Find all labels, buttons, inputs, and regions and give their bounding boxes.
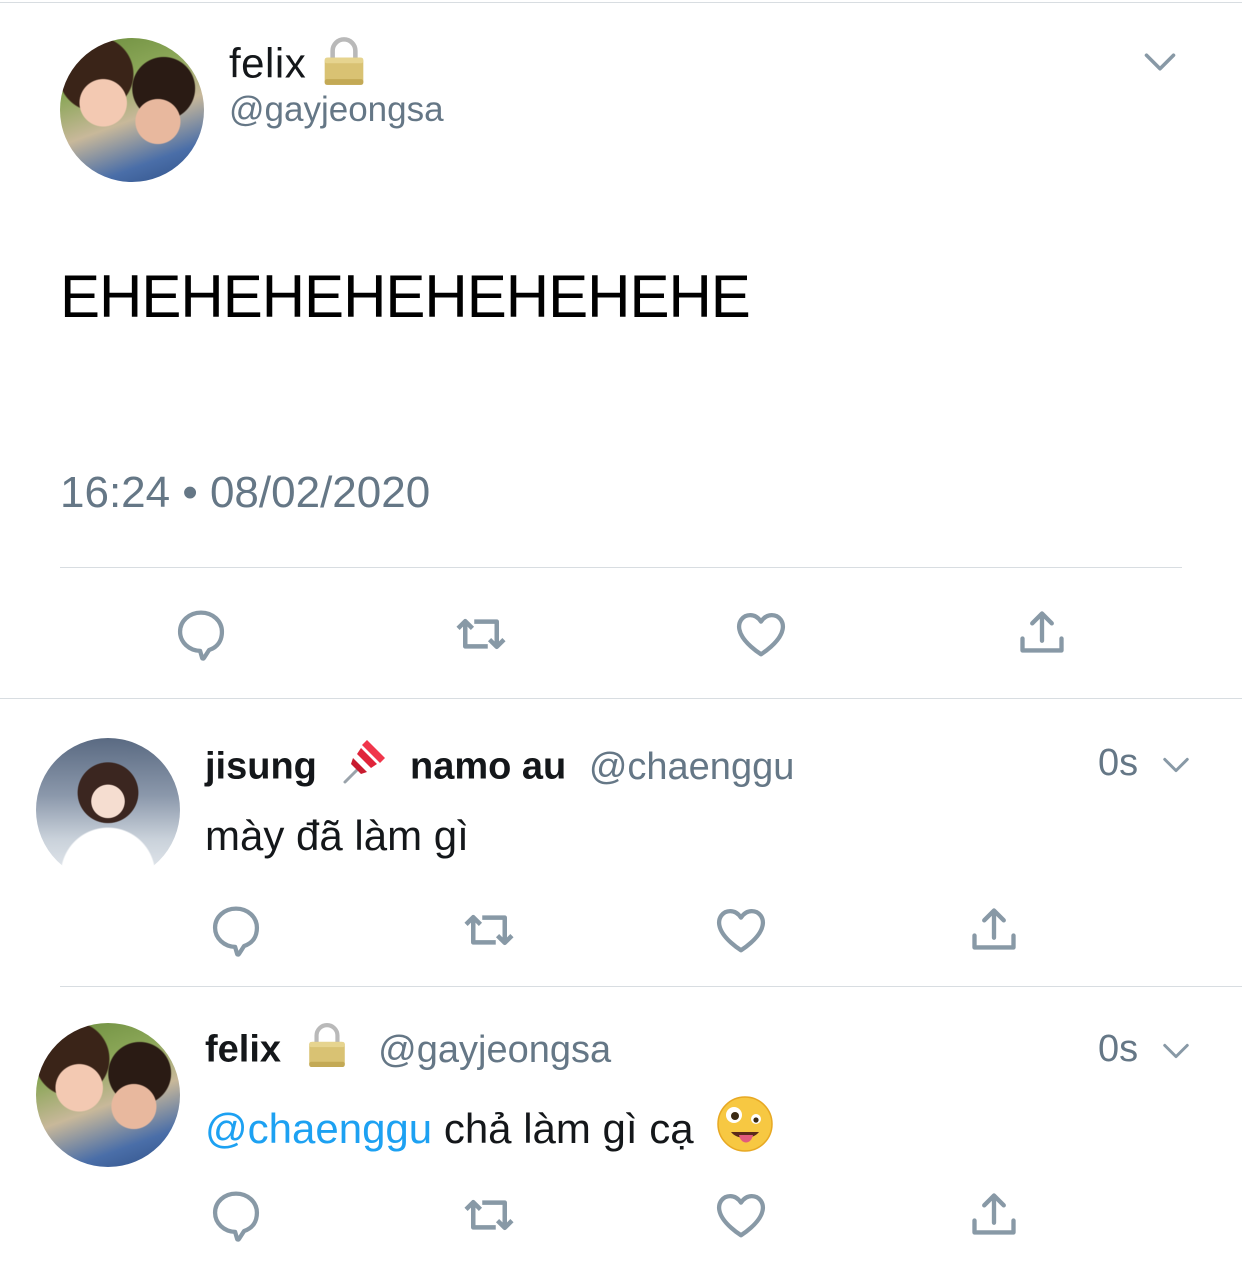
reply-text: mày đã làm gì (205, 812, 469, 859)
reply-time: 0s (1098, 1028, 1139, 1070)
tweet-divider (0, 698, 1242, 699)
reply-header: felix @gayjeongsa (205, 1022, 611, 1076)
author-handle[interactable]: @gayjeongsa (229, 90, 444, 130)
pushpin-icon (337, 736, 389, 798)
mention-link[interactable]: @chaenggu (205, 1105, 432, 1152)
author-name[interactable]: felix (229, 40, 306, 87)
author-name[interactable]: jisung (205, 746, 317, 788)
author-handle[interactable]: @gayjeongsa (378, 1029, 611, 1071)
lock-icon (321, 36, 367, 91)
tweet-timestamp: 16:24 • 08/02/2020 (60, 468, 431, 517)
chevron-down-icon[interactable] (1157, 1036, 1195, 1066)
like-icon[interactable] (714, 903, 768, 957)
like-icon[interactable] (734, 607, 788, 661)
actions-divider (60, 567, 1182, 568)
reply-text-row: @chaenggu chả làm gì cạ (205, 1094, 775, 1164)
retweet-icon[interactable] (460, 1188, 518, 1242)
chevron-down-icon[interactable] (1136, 44, 1184, 80)
author-name-suffix[interactable]: namo au (410, 746, 566, 788)
share-icon[interactable] (1016, 605, 1068, 659)
share-icon[interactable] (968, 1188, 1020, 1240)
reply-icon[interactable] (209, 1188, 263, 1242)
lock-icon (306, 1022, 348, 1078)
reply-icon[interactable] (209, 903, 263, 957)
zany-face-icon (715, 1094, 775, 1164)
tweet-text: EHEHEHEHEHEHEHEHE (60, 263, 751, 330)
chevron-down-icon[interactable] (1157, 750, 1195, 780)
retweet-icon[interactable] (452, 607, 510, 661)
author-handle[interactable]: @chaenggu (589, 746, 795, 788)
reply-text: chả làm gì cạ (432, 1105, 694, 1152)
reply-header: jisung namo au @chaenggu (205, 736, 794, 790)
reply-divider (60, 986, 1242, 987)
author-name-row: felix (229, 36, 367, 88)
avatar[interactable] (60, 38, 204, 182)
avatar[interactable] (36, 738, 180, 882)
author-name[interactable]: felix (205, 1029, 281, 1071)
reply-time: 0s (1098, 742, 1139, 784)
top-divider (0, 2, 1242, 3)
reply-icon[interactable] (174, 607, 228, 661)
retweet-icon[interactable] (460, 903, 518, 957)
avatar[interactable] (36, 1023, 180, 1167)
share-icon[interactable] (968, 903, 1020, 955)
like-icon[interactable] (714, 1188, 768, 1242)
